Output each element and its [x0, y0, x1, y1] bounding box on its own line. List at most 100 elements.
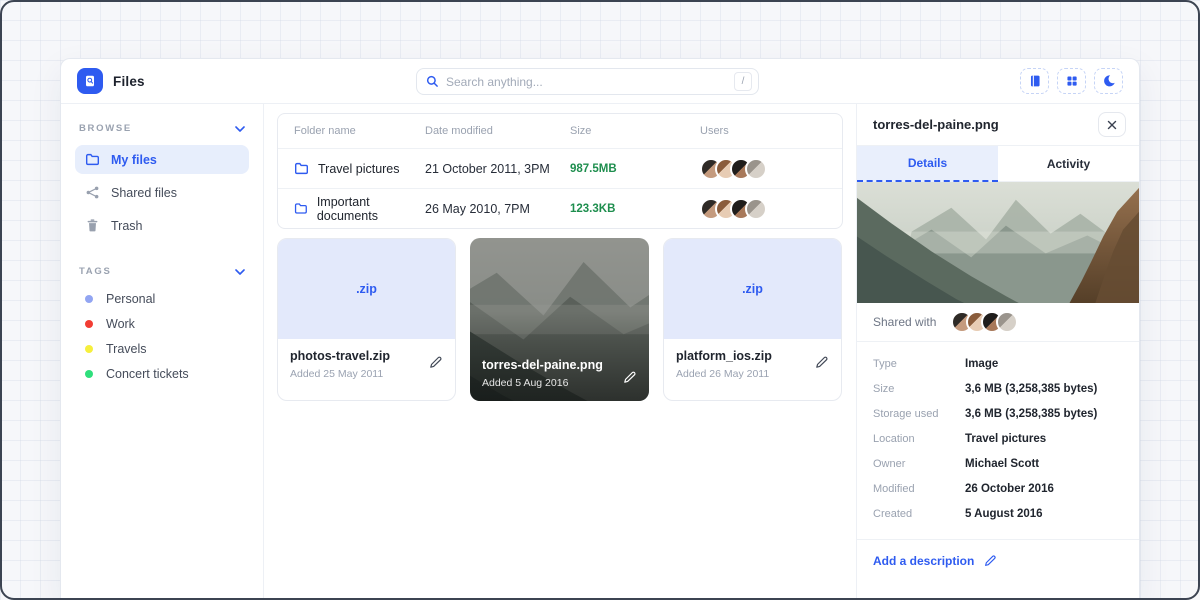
file-card-torres-del-paine-png[interactable]: torres-del-paine.png Added 5 Aug 2016: [470, 238, 649, 401]
detail-label: Storage used: [873, 408, 965, 420]
book-icon: [1028, 74, 1042, 88]
edit-pencil-icon[interactable]: [428, 355, 443, 370]
folder-name: Important documents: [317, 195, 425, 223]
column-header-size: Size: [570, 125, 700, 137]
grid-view-button[interactable]: [1057, 68, 1086, 94]
file-cards: .zip photos-travel.zip Added 25 May 2011: [277, 238, 843, 401]
detail-label: Size: [873, 383, 965, 395]
file-added-date: Added 25 May 2011: [290, 368, 443, 380]
sidebar-item-label: Trash: [111, 219, 143, 233]
zip-preview: .zip: [278, 239, 455, 339]
header-actions: [1020, 68, 1123, 94]
file-name: torres-del-paine.png: [482, 358, 603, 372]
tab-activity[interactable]: Activity: [998, 146, 1139, 182]
chevron-down-icon[interactable]: [235, 269, 245, 275]
shared-with-avatars: [951, 311, 1018, 333]
sidebar-item-label: Shared files: [111, 186, 177, 200]
browse-label: BROWSE: [79, 123, 132, 134]
detail-value: 3,6 MB (3,258,385 bytes): [965, 408, 1097, 420]
close-icon: [1107, 120, 1117, 130]
app-logo[interactable]: [77, 68, 103, 94]
date-modified: 26 May 2010, 7PM: [425, 202, 570, 216]
detail-row-owner: Owner Michael Scott: [873, 451, 1123, 476]
tag-item-personal[interactable]: Personal: [75, 286, 249, 311]
detail-row-created: Created 5 August 2016: [873, 501, 1123, 526]
avatar: [745, 198, 767, 220]
file-card-photos-travel-zip[interactable]: .zip photos-travel.zip Added 25 May 2011: [277, 238, 456, 401]
zip-badge: .zip: [742, 282, 763, 296]
folders-table: Folder name Date modified Size Users Tra…: [277, 113, 843, 229]
detail-label: Location: [873, 433, 965, 445]
detail-label: Created: [873, 508, 965, 520]
search-icon: [426, 75, 439, 88]
card-footer: platform_ios.zip Added 26 May 2011: [664, 339, 841, 390]
folder-size: 123.3KB: [570, 203, 700, 215]
tag-label: Work: [106, 317, 135, 331]
column-header-date-modified: Date modified: [425, 125, 570, 137]
detail-label: Modified: [873, 483, 965, 495]
table-row-travel-pictures[interactable]: Travel pictures 21 October 2011, 3PM 987…: [278, 148, 842, 188]
file-added-date: Added 26 May 2011: [676, 368, 829, 380]
image-preview: [857, 182, 1139, 303]
detail-label: Owner: [873, 458, 965, 470]
edit-pencil-icon[interactable]: [622, 370, 637, 385]
detail-row-size: Size 3,6 MB (3,258,385 bytes): [873, 376, 1123, 401]
edit-pencil-icon[interactable]: [814, 355, 829, 370]
edit-pencil-icon: [983, 554, 997, 568]
tab-details[interactable]: Details: [857, 146, 998, 182]
detail-value: 3,6 MB (3,258,385 bytes): [965, 383, 1097, 395]
add-description-button[interactable]: Add a description: [857, 540, 1139, 582]
detail-value: Michael Scott: [965, 458, 1039, 470]
tag-item-work[interactable]: Work: [75, 311, 249, 336]
shared-with-row: Shared with: [857, 303, 1139, 342]
tag-item-travels[interactable]: Travels: [75, 336, 249, 361]
main-content: Folder name Date modified Size Users Tra…: [264, 104, 856, 600]
detail-value: 26 October 2016: [965, 483, 1054, 495]
chevron-down-icon[interactable]: [235, 126, 245, 132]
user-avatars: [700, 198, 826, 220]
app-header: Files /: [61, 59, 1139, 104]
trash-icon: [85, 218, 100, 233]
book-button[interactable]: [1020, 68, 1049, 94]
tag-label: Concert tickets: [106, 367, 189, 381]
grid-view-icon: [1065, 74, 1079, 88]
panel-tabs: Details Activity: [857, 146, 1139, 182]
share-icon: [85, 185, 100, 200]
dark-mode-button[interactable]: [1094, 68, 1123, 94]
tag-label: Travels: [106, 342, 147, 356]
app-window: Files /: [60, 58, 1140, 600]
tag-list: Personal Work Travels Concert tickets: [75, 286, 249, 386]
detail-value: 5 August 2016: [965, 508, 1043, 520]
tag-color-dot: [85, 370, 93, 378]
tag-color-dot: [85, 320, 93, 328]
column-header-users: Users: [700, 125, 826, 137]
date-modified: 21 October 2011, 3PM: [425, 162, 570, 176]
detail-row-storage-used: Storage used 3,6 MB (3,258,385 bytes): [873, 401, 1123, 426]
panel-file-title: torres-del-paine.png: [873, 117, 999, 132]
search-shortcut-badge: /: [734, 72, 752, 91]
sidebar-item-trash[interactable]: Trash: [75, 211, 249, 240]
zip-badge: .zip: [356, 282, 377, 296]
mountain-photo: [857, 182, 1139, 303]
file-name: photos-travel.zip: [290, 349, 443, 363]
sidebar-item-my-files[interactable]: My files: [75, 145, 249, 174]
file-card-platform-ios-zip[interactable]: .zip platform_ios.zip Added 26 May 2011: [663, 238, 842, 401]
table-row-important-documents[interactable]: Important documents 26 May 2010, 7PM 123…: [278, 188, 842, 228]
sidebar: BROWSE My files: [61, 104, 264, 600]
close-button[interactable]: [1098, 112, 1126, 137]
avatar: [745, 158, 767, 180]
tag-color-dot: [85, 295, 93, 303]
tag-item-concert-tickets[interactable]: Concert tickets: [75, 361, 249, 386]
avatar: [996, 311, 1018, 333]
detail-row-location: Location Travel pictures: [873, 426, 1123, 451]
column-header-folder-name: Folder name: [294, 125, 425, 137]
search-input[interactable]: [446, 75, 734, 89]
sidebar-item-shared-files[interactable]: Shared files: [75, 178, 249, 207]
tags-section-header: TAGS: [75, 266, 249, 277]
file-added-date: Added 5 Aug 2016: [482, 377, 568, 389]
detail-value: Travel pictures: [965, 433, 1046, 445]
search-bar[interactable]: /: [416, 68, 759, 95]
detail-value: Image: [965, 358, 998, 370]
detail-label: Type: [873, 358, 965, 370]
dark-mode-moon-icon: [1102, 74, 1116, 88]
